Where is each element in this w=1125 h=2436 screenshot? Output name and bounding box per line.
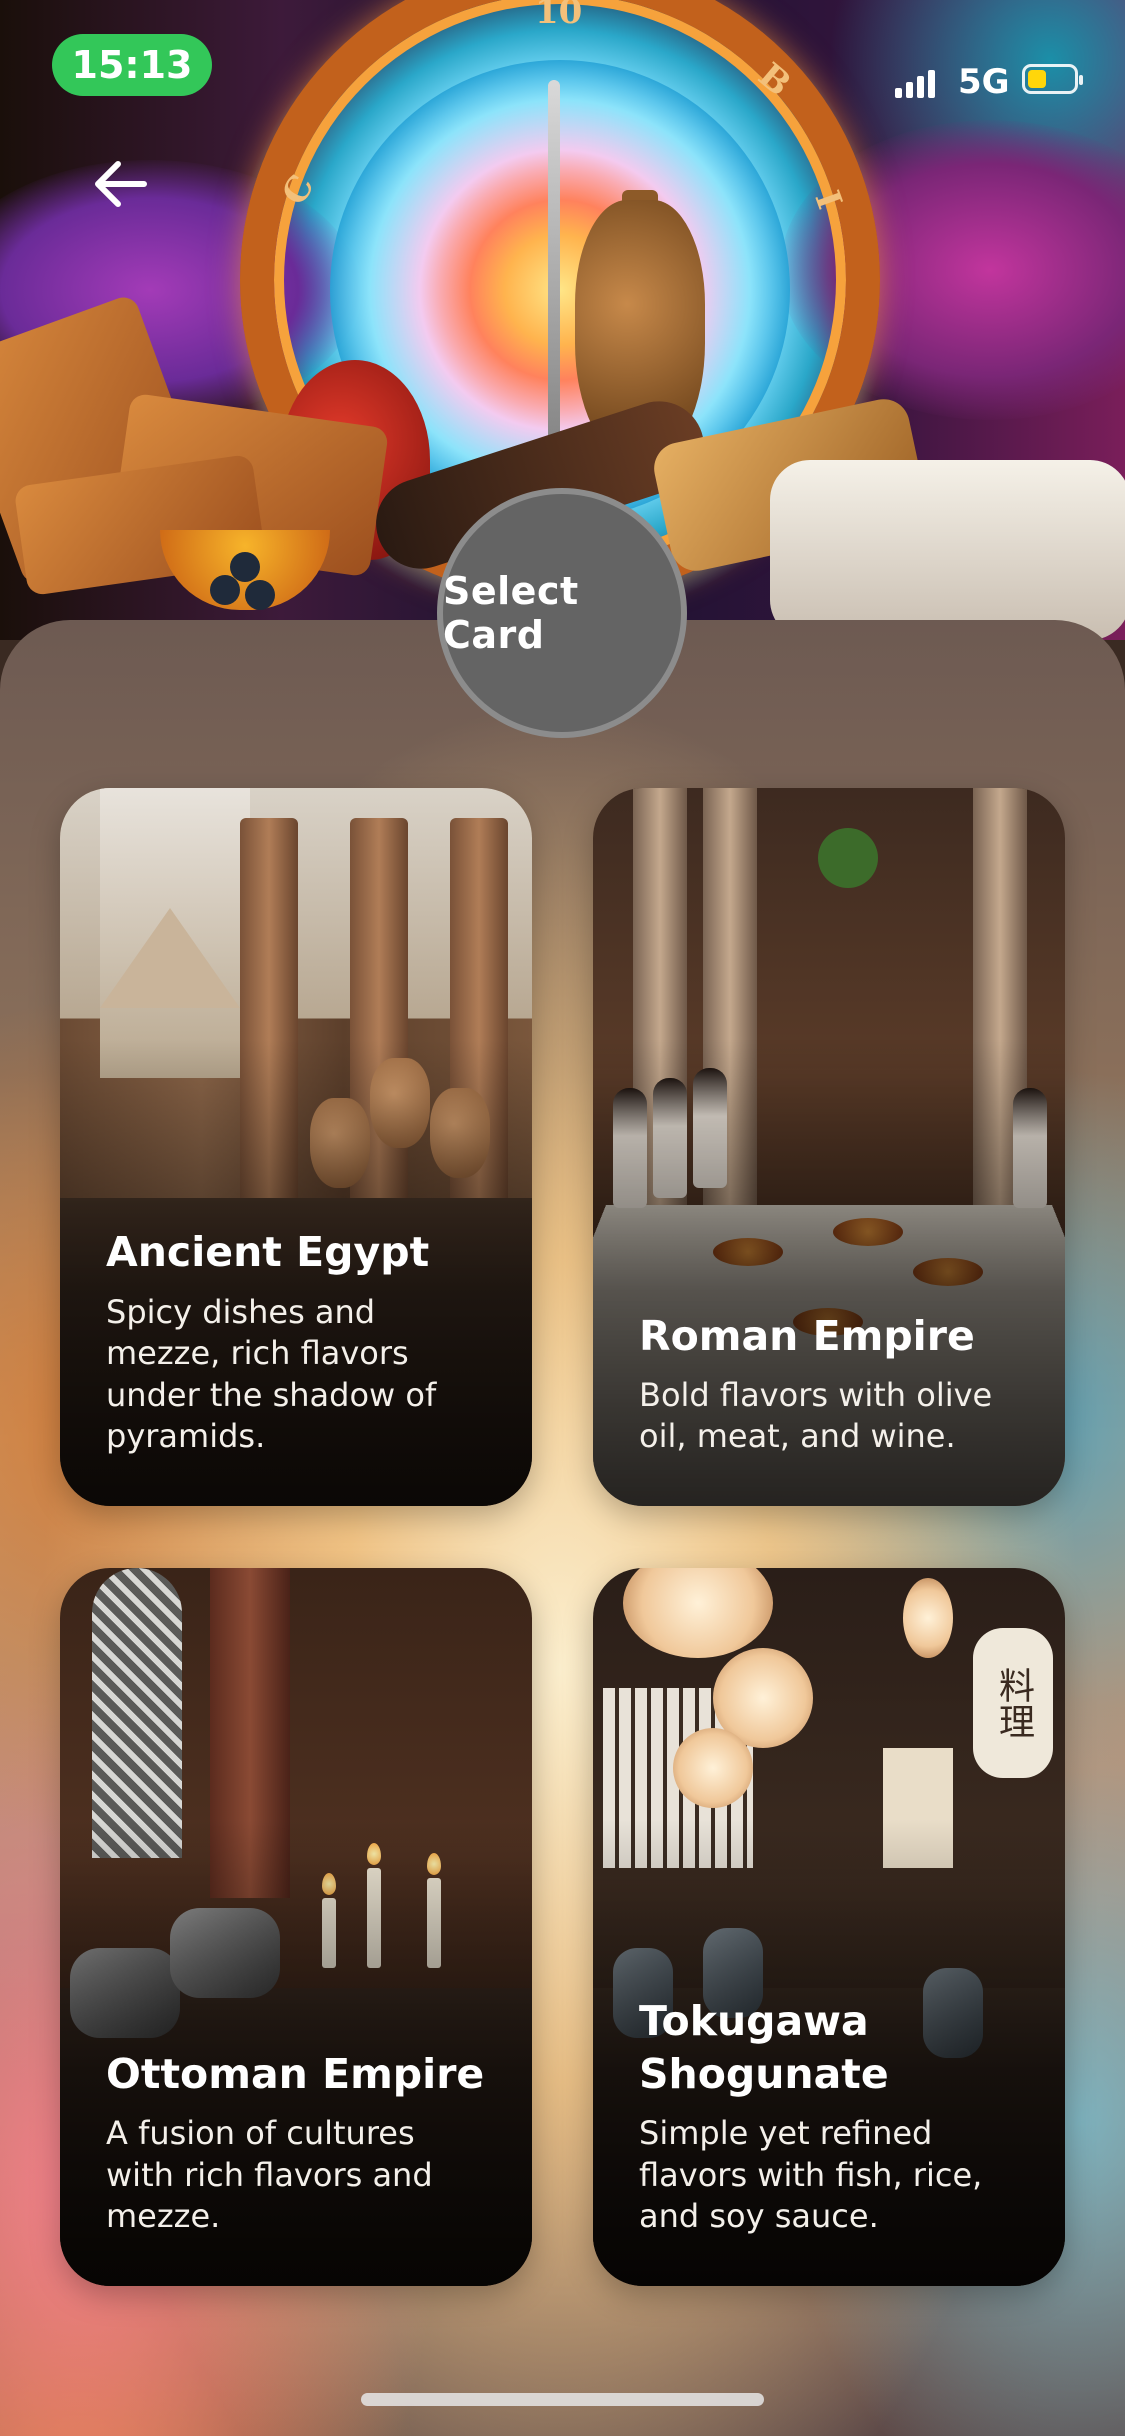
card-title: Tokugawa Shogunate	[639, 1996, 889, 2098]
card-title: Ottoman Empire	[106, 2049, 485, 2098]
home-indicator[interactable]	[361, 2393, 764, 2406]
card-description: Bold flavors with olive oil, meat, and w…	[639, 1375, 993, 1456]
card-description: Spicy dishes and mezze, rich flavors und…	[106, 1292, 437, 1456]
card-sheet: Ancient Egypt Spicy dishes and mezze, ri…	[0, 620, 1125, 2436]
berry	[245, 580, 275, 610]
card-title: Ancient Egypt	[106, 1228, 430, 1277]
card-title: Roman Empire	[639, 1311, 975, 1360]
card-ancient-egypt[interactable]: Ancient Egypt Spicy dishes and mezze, ri…	[60, 788, 532, 1506]
status-bar: 15:13 5G	[0, 0, 1125, 130]
card-description: Simple yet refined flavors with fish, ri…	[639, 2114, 983, 2236]
berry	[210, 575, 240, 605]
network-type: 5G	[958, 62, 1010, 102]
berry	[230, 552, 260, 582]
arrow-left-icon	[95, 161, 147, 207]
card-tokugawa-shogunate[interactable]: 料理 Tokugawa Shogunate Simple yet refined…	[593, 1568, 1065, 2286]
card-description: A fusion of cultures with rich flavors a…	[106, 2114, 433, 2236]
battery-icon	[1022, 64, 1083, 94]
back-button[interactable]	[88, 152, 152, 216]
select-card-button[interactable]: Select Card	[437, 488, 687, 738]
dial-needle	[548, 80, 560, 480]
sushi-plate	[770, 460, 1125, 640]
card-ottoman-empire[interactable]: Ottoman Empire A fusion of cultures with…	[60, 1568, 532, 2286]
status-time: 15:13	[52, 34, 212, 96]
battery-fill	[1028, 70, 1046, 88]
card-roman-empire[interactable]: Roman Empire Bold flavors with olive oil…	[593, 788, 1065, 1506]
signal-icon	[895, 68, 945, 98]
